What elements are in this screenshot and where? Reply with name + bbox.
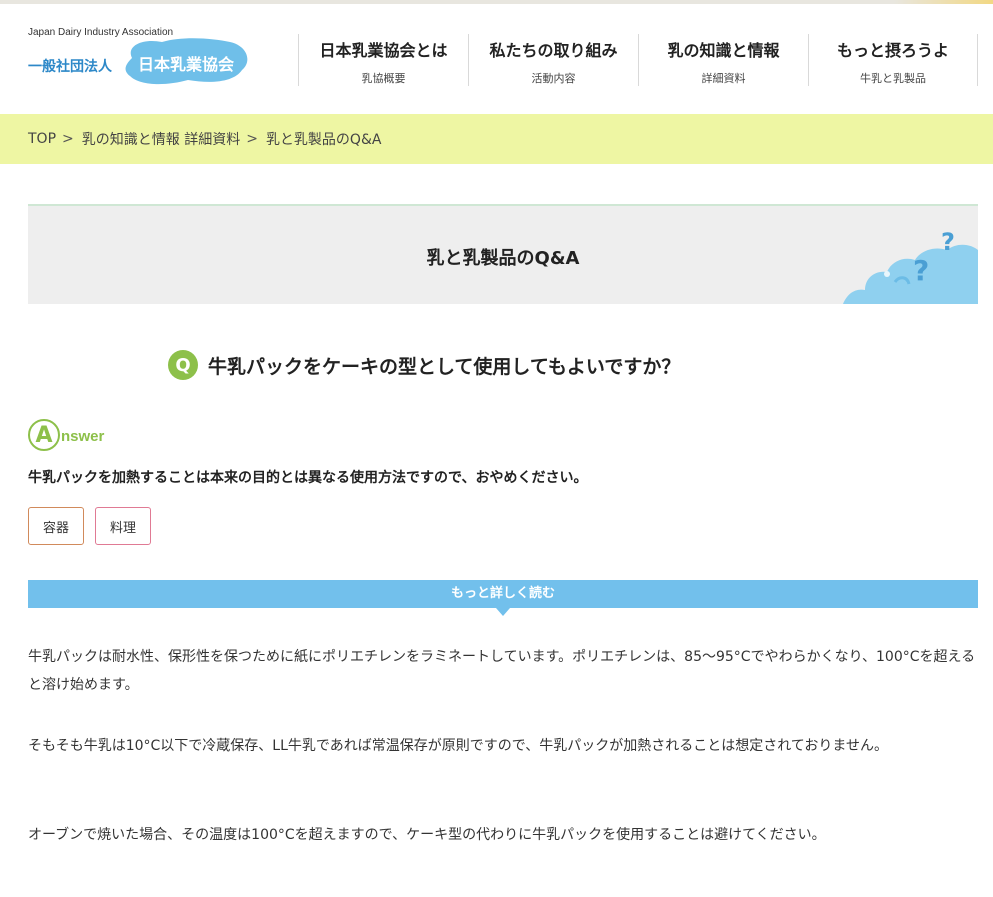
- breadcrumb-separator: >: [62, 131, 74, 147]
- read-more-bar[interactable]: もっと詳しく読む: [28, 580, 978, 608]
- nav-item-milk-products[interactable]: もっと摂ろうよ 牛乳と乳製品: [808, 34, 978, 86]
- nav-item-subtitle: 乳協概要: [361, 72, 406, 85]
- breadcrumb-section-link[interactable]: 乳の知識と情報 詳細資料: [82, 129, 240, 149]
- question-mark-cloud-illustration: ? ?: [843, 228, 978, 304]
- breadcrumb: TOP > 乳の知識と情報 詳細資料 > 乳と乳製品のQ&A: [0, 114, 993, 164]
- tag-list: 容器 料理: [28, 507, 162, 545]
- svg-text:?: ?: [941, 228, 955, 256]
- nav-item-knowledge[interactable]: 乳の知識と情報 詳細資料: [638, 34, 808, 86]
- nav-item-title: 乳の知識と情報: [667, 41, 780, 60]
- detail-paragraph: 牛乳パックは耐水性、保形性を保つために紙にポリエチレンをラミネートしています。ポ…: [28, 649, 976, 693]
- question-badge: Q: [168, 350, 198, 380]
- tag-container[interactable]: 容器: [28, 507, 85, 545]
- question-heading: Q 牛乳パックをケーキの型として使用してもよいですか？: [168, 348, 680, 382]
- question-text: 牛乳パックをケーキの型として使用してもよいですか？: [208, 355, 681, 378]
- nav-item-title: 私たちの取り組み: [489, 41, 618, 60]
- breadcrumb-top-link[interactable]: TOP: [28, 131, 56, 147]
- page-title-banner: 乳と乳製品のQ&A ? ?: [28, 204, 978, 304]
- answer-summary: 牛乳パックを加熱することは本来の目的とは異なる使用方法ですので、おやめください。: [28, 470, 588, 486]
- nav-item-subtitle: 牛乳と乳製品: [860, 72, 926, 85]
- logo-prefix: 一般社団法人: [28, 59, 112, 75]
- logo-name: 日本乳業協会: [137, 55, 234, 74]
- read-more-arrow-icon: [496, 608, 510, 616]
- nav-item-subtitle: 活動内容: [531, 72, 576, 85]
- answer-label-text: nswer: [61, 427, 105, 445]
- nav-item-activities[interactable]: 私たちの取り組み 活動内容: [468, 34, 638, 86]
- breadcrumb-separator: >: [246, 131, 258, 147]
- page-title: 乳と乳製品のQ&A: [426, 248, 580, 269]
- detail-paragraph: そもそも牛乳は10°C以下で冷蔵保存、LL牛乳であれば常温保存が原則ですので、牛…: [28, 738, 888, 754]
- nav-item-subtitle: 詳細資料: [701, 72, 746, 85]
- site-header: Japan Dairy Industry Association 一般社団法人 …: [0, 4, 993, 114]
- answer-label: A nswer: [28, 418, 104, 452]
- breadcrumb-current: 乳と乳製品のQ&A: [265, 132, 382, 148]
- nav-item-about[interactable]: 日本乳業協会とは 乳協概要: [298, 34, 468, 86]
- answer-badge: A: [28, 419, 60, 451]
- nav-item-title: 日本乳業協会とは: [319, 41, 448, 60]
- detail-paragraph: オーブンで焼いた場合、その温度は100°Cを超えますので、ケーキ型の代わりに牛乳…: [28, 827, 826, 843]
- svg-text:?: ?: [913, 254, 929, 287]
- tag-cooking[interactable]: 料理: [95, 507, 152, 545]
- global-nav: 日本乳業協会とは 乳協概要 私たちの取り組み 活動内容 乳の知識と情報 詳細資料…: [298, 34, 978, 86]
- nav-item-title: もっと摂ろうよ: [836, 41, 949, 60]
